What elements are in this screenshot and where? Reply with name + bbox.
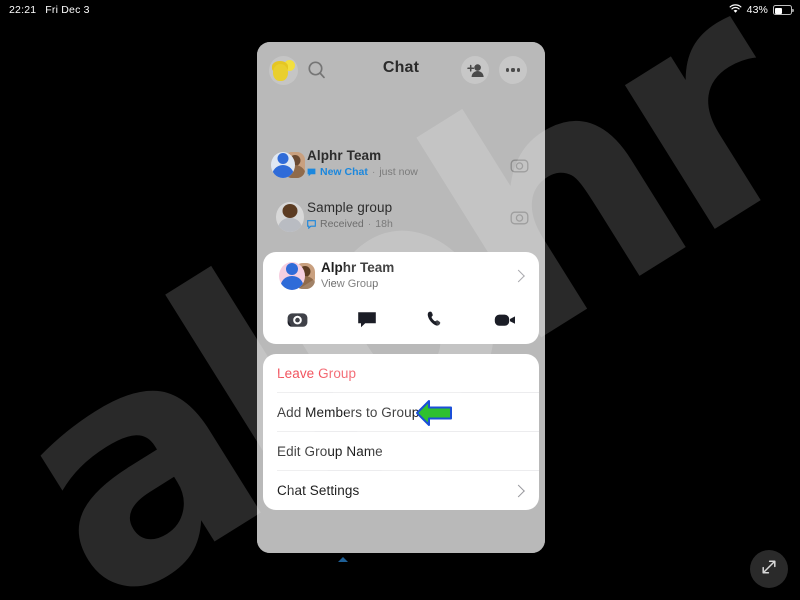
status-bar: 22:21 Fri Dec 3 43% <box>0 0 800 20</box>
camera-icon[interactable] <box>510 208 529 227</box>
green-arrow-left-icon <box>415 398 453 428</box>
list-item-text: Alphr Team New Chat · just now <box>307 148 418 178</box>
chat-state: Received <box>320 218 364 230</box>
chat-badge-filled-icon <box>307 168 316 177</box>
avatar <box>271 201 305 234</box>
group-info-card: Alphr Team View Group <box>263 252 539 344</box>
status-time: 22:21 <box>9 4 37 16</box>
list-item[interactable]: Sample group Received · 18h <box>257 192 545 243</box>
group-subtitle: View Group <box>321 278 379 290</box>
menu-card: Leave Group Add Members to Group Edit Gr… <box>263 354 539 510</box>
phone-icon <box>426 310 445 334</box>
chat-time: 18h <box>375 218 393 230</box>
view-group-row[interactable]: Alphr Team View Group <box>263 252 539 300</box>
avatar <box>271 149 305 182</box>
add-friend-icon[interactable] <box>461 56 489 84</box>
battery-icon <box>773 5 794 15</box>
chat-action-button[interactable] <box>332 300 401 344</box>
video-action-button[interactable] <box>470 300 539 344</box>
screen: 22:21 Fri Dec 3 43% Chat Alphr Team New … <box>0 0 800 600</box>
menu-item-leave-group[interactable]: Leave Group <box>263 354 539 393</box>
menu-item-label: Edit Group Name <box>277 444 383 459</box>
chat-name: Sample group <box>307 200 393 215</box>
battery-percent: 43% <box>746 4 768 16</box>
separator: · <box>367 218 372 230</box>
chat-badge-outline-icon <box>307 219 316 229</box>
resize-window-button[interactable] <box>750 550 788 588</box>
chevron-right-icon <box>512 269 525 283</box>
group-options-menu: Leave Group Add Members to Group Edit Gr… <box>263 354 539 510</box>
video-camera-icon <box>494 312 516 333</box>
menu-item-edit-group-name[interactable]: Edit Group Name <box>263 432 539 471</box>
camera-icon <box>287 311 308 334</box>
status-bar-left: 22:21 Fri Dec 3 <box>9 4 90 16</box>
menu-item-add-members-to-group[interactable]: Add Members to Group <box>263 393 539 432</box>
group-avatar-icon <box>279 260 315 293</box>
menu-item-chat-settings[interactable]: Chat Settings <box>263 471 539 510</box>
list-item[interactable]: Alphr Team New Chat · just now <box>257 140 545 191</box>
camera-icon[interactable] <box>510 156 529 175</box>
list-item-text: Sample group Received · 18h <box>307 200 393 230</box>
group-card: Alphr Team View Group <box>263 252 539 344</box>
menu-item-label: Leave Group <box>277 366 357 381</box>
chat-bubble-icon <box>357 311 377 334</box>
chat-time: just now <box>379 166 418 178</box>
group-name: Alphr Team <box>321 260 395 275</box>
chat-state: New Chat <box>320 166 368 178</box>
group-quick-actions <box>263 300 539 344</box>
resize-diagonal-icon <box>759 557 779 582</box>
chat-name: Alphr Team <box>307 148 382 163</box>
phone-action-button[interactable] <box>401 300 470 344</box>
separator: · <box>371 166 376 178</box>
chat-header: Chat <box>257 42 545 98</box>
menu-item-label: Add Members to Group <box>277 405 420 420</box>
chat-status: Received · 18h <box>307 218 393 230</box>
snapchat-app-panel: Chat Alphr Team New Chat · just now Samp… <box>257 42 545 553</box>
scroll-indicator-caret <box>338 557 348 562</box>
camera-action-button[interactable] <box>263 300 332 344</box>
chevron-right-icon <box>512 484 525 497</box>
wifi-icon <box>729 3 742 17</box>
menu-item-label: Chat Settings <box>277 483 360 498</box>
status-bar-right: 43% <box>729 3 794 17</box>
more-options-icon[interactable] <box>499 56 527 84</box>
chat-status: New Chat · just now <box>307 166 418 178</box>
status-date: Fri Dec 3 <box>45 4 90 16</box>
